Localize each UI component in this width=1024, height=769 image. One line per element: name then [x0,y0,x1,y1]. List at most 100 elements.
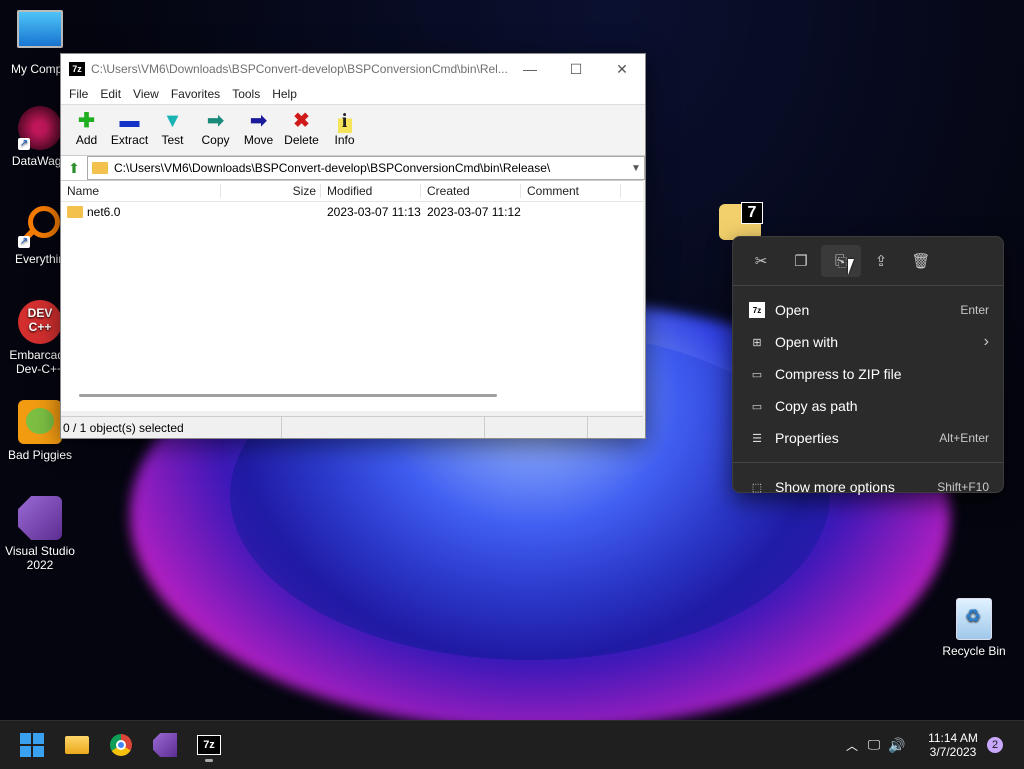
mouse-cursor-icon [848,259,854,275]
copy-arrow-icon: ➡ [207,110,224,132]
menu-edit[interactable]: Edit [94,87,127,101]
test-button[interactable]: ▼ Test [151,105,194,147]
rename-icon[interactable]: ⎘ [821,245,861,277]
7zip-window[interactable]: 7z C:\Users\VM6\Downloads\BSPConvert-dev… [60,53,646,439]
taskbar-chrome[interactable] [105,729,137,761]
folder-icon [67,206,83,218]
devcpp-icon: DEV C++ [18,300,62,344]
desktop-icon-visual-studio[interactable]: Visual Studio 2022 [0,496,80,572]
column-comment[interactable]: Comment [521,184,621,198]
extract-button[interactable]: ▬ Extract [108,105,151,147]
move-button[interactable]: ➡ Move [237,105,280,147]
chevron-down-icon[interactable]: ▼ [628,163,644,174]
desktop-icon-label: Recycle Bin [942,644,1006,658]
menu-item-label: Open [775,302,810,318]
toolbar-label: Add [75,133,98,147]
horizontal-scrollbar[interactable] [79,394,497,397]
recycle-bin-icon: ♻ [956,598,992,640]
status-text: 0 / 1 object(s) selected [61,417,282,438]
menu-item-open[interactable]: 7z Open Enter [733,294,1003,326]
column-modified[interactable]: Modified [321,184,421,198]
chevron-up-icon[interactable]: ︿ [842,737,862,754]
chrome-icon [110,734,132,756]
toolbar-label: Test [161,133,184,147]
taskbar-7zip[interactable]: 7z [193,729,225,762]
menu-tools[interactable]: Tools [226,87,266,101]
delete-icon[interactable]: 🗑 [901,245,941,277]
test-icon: ▼ [162,110,183,132]
taskbar-visual-studio[interactable] [149,729,181,761]
menu-item-label: Open with [775,334,839,350]
add-icon: ✚ [78,110,95,132]
desktop-icon-label: Everythin [14,252,66,266]
extract-icon: ▬ [119,110,140,132]
clock[interactable]: 11:14 AM 3/7/2023 [920,721,986,769]
maximize-button[interactable]: ☐ [553,54,599,84]
column-name[interactable]: Name [61,184,221,198]
status-bar: 0 / 1 object(s) selected [61,416,643,438]
column-created[interactable]: Created [421,184,521,198]
start-button[interactable] [16,729,48,761]
datawagon-icon: ↗ [18,106,62,150]
menu-item-properties[interactable]: ☰ Properties Alt+Enter [733,422,1003,454]
address-row: ⬆ C:\Users\VM6\Downloads\BSPConvert-deve… [61,155,645,180]
copy-icon[interactable]: ❐ [781,245,821,277]
7zip-icon: 7z [197,735,221,755]
more-options-icon: ⬚ [751,481,763,494]
address-combobox[interactable]: C:\Users\VM6\Downloads\BSPConvert-develo… [87,156,645,180]
menu-item-shortcut: Alt+Enter [939,431,989,445]
add-button[interactable]: ✚ Add [65,105,108,147]
menu-item-shortcut: Enter [960,303,989,317]
toolbar-label: Move [243,133,274,147]
context-icon-bar: ✂ ❐ ⎘ ⇪ 🗑 [733,237,1003,277]
visual-studio-icon [153,733,177,757]
visual-studio-icon [18,496,62,540]
menu-item-copy-as-path[interactable]: ▭ Copy as path [733,390,1003,422]
menu-view[interactable]: View [127,87,165,101]
delete-button[interactable]: ✖ Delete [280,105,323,147]
zip-icon: ▭ [751,368,763,381]
toolbar: ✚ Add ▬ Extract ▼ Test ➡ Copy ➡ Move ✖ Delete … [61,104,645,155]
menu-bar: File Edit View Favorites Tools Help [61,84,645,104]
menu-favorites[interactable]: Favorites [165,87,226,101]
toolbar-label: Copy [201,133,230,147]
address-path[interactable]: C:\Users\VM6\Downloads\BSPConvert-develo… [114,161,628,175]
piggy-icon [18,400,62,444]
info-button[interactable]: i Info [323,105,366,147]
notification-center[interactable]: 2 [987,721,1003,769]
file-list[interactable]: Name Size Modified Created Comment net6.… [61,180,643,411]
menu-item-show-more-options[interactable]: ⬚ Show more options Shift+F10 [733,471,1003,503]
close-button[interactable]: ✕ [599,54,645,84]
up-folder-button[interactable]: ⬆ [61,157,87,179]
network-icon[interactable]: 🖵 [862,737,886,753]
menu-help[interactable]: Help [266,87,303,101]
cut-icon[interactable]: ✂ [741,245,781,277]
column-size[interactable]: Size [221,184,321,198]
7zip-folder-icon: 7 [719,202,763,240]
volume-icon[interactable]: 🔊 [886,737,908,754]
taskbar-file-explorer[interactable] [61,729,93,761]
minimize-button[interactable]: — [507,54,553,84]
monitor-icon [17,10,63,48]
copy-path-icon: ▭ [751,400,763,413]
context-menu[interactable]: ✂ ❐ ⎘ ⇪ 🗑 7z Open Enter ⊞ Open with › ▭ … [732,236,1004,495]
copy-button[interactable]: ➡ Copy [194,105,237,147]
menu-item-shortcut: Shift+F10 [937,480,989,494]
clock-date: 3/7/2023 [929,745,977,759]
menu-item-open-with[interactable]: ⊞ Open with › [733,326,1003,358]
desktop-icon-recycle-bin[interactable]: ♻ Recycle Bin [934,598,1014,658]
window-title: C:\Users\VM6\Downloads\BSPConvert-develo… [91,62,507,76]
row-modified: 2023-03-07 11:13 [327,205,421,219]
chevron-right-icon: › [983,333,989,350]
toolbar-label: Info [334,133,355,147]
window-titlebar[interactable]: 7z C:\Users\VM6\Downloads\BSPConvert-dev… [61,54,645,84]
menu-file[interactable]: File [63,87,94,101]
system-tray: ︿ 🖵 🔊 [842,721,908,769]
open-with-icon: ⊞ [752,336,762,349]
active-app-indicator [205,759,213,762]
share-icon[interactable]: ⇪ [861,245,901,277]
desktop-icon-label: Visual Studio 2022 [5,544,75,572]
table-row[interactable]: net6.0 2023-03-07 11:13 2023-03-07 11:12 [61,202,643,222]
menu-item-compress-zip[interactable]: ▭ Compress to ZIP file [733,358,1003,390]
up-arrow-icon: ⬆ [68,159,80,176]
